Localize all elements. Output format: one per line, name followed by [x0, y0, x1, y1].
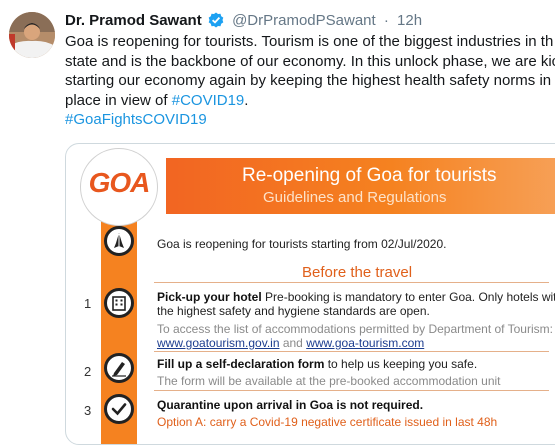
option-a-label: Option A:	[157, 415, 207, 429]
goatourism-gov-link: www.goatourism.gov.in	[157, 336, 280, 350]
goa-logo-text: GOA	[88, 167, 151, 198]
item-2-text: to help us keeping you safe.	[324, 357, 478, 371]
item-1-title: Pick-up your hotel	[157, 290, 262, 304]
intro-text: Goa is reopening for tourists starting f…	[157, 237, 447, 251]
item-3-option: Option A: carry a Covid-19 negative cert…	[157, 415, 497, 430]
tweet-text-line: starting our economy again by keeping th…	[65, 72, 552, 89]
item-1-links: www.goatourism.gov.in and www.goa-touris…	[157, 336, 424, 351]
item-1-line-1: Pick-up your hotel Pre-booking is mandat…	[157, 290, 555, 305]
item-number: 2	[84, 364, 92, 379]
tweet-text-line: state and is the backbone of our economy…	[65, 52, 555, 70]
item-1-line-2: the highest safety and hygiene standards…	[157, 304, 430, 318]
section-heading: Before the travel	[302, 264, 413, 281]
divider	[154, 390, 549, 391]
item-1-note: To access the list of accommodations per…	[157, 322, 553, 336]
title-banner: Re-opening of Goa for tourists Guideline…	[166, 158, 555, 214]
tweet-text-period: .	[244, 91, 249, 109]
tweet-text-line: place in view of #COVID19.	[65, 91, 555, 111]
tweet-header: Dr. Pramod Sawant @DrPramodPSawant · 12h	[65, 10, 555, 32]
hashtag-covid19-link[interactable]: #COVID19	[172, 92, 245, 109]
author-handle[interactable]: @DrPramodPSawant	[232, 12, 376, 29]
tweet-image-card[interactable]: GOA Re-opening of Goa for tourists Guide…	[65, 143, 555, 445]
tweet-time[interactable]: 12h	[397, 12, 422, 29]
option-a-text: carry a Covid-19 negative certificate is…	[206, 415, 498, 429]
author-name[interactable]: Dr. Pramod Sawant	[65, 12, 202, 29]
goa-tourism-com-link: www.goa-tourism.com	[306, 336, 425, 350]
tweet-text-segment: place in view of	[65, 91, 172, 109]
pen-form-icon	[104, 353, 134, 383]
hashtag-goafightscovid19-link[interactable]: #GoaFightsCOVID19	[65, 110, 555, 130]
divider	[154, 351, 549, 352]
divider	[154, 282, 549, 283]
separator-dot: ·	[383, 12, 389, 29]
item-2-note: The form will be available at the pre-bo…	[157, 374, 501, 388]
item-1-text: Pre-booking is mandatory to enter Goa. O…	[261, 290, 555, 304]
namaste-hands-icon	[104, 226, 134, 256]
and-text: and	[279, 336, 307, 350]
item-2-line-1: Fill up a self-declaration form to help …	[157, 357, 477, 372]
item-number: 1	[84, 296, 92, 311]
tweet-text: Goa is reopening for tourists. Tourism i…	[65, 32, 555, 130]
banner-subtitle: Guidelines and Regulations	[263, 189, 447, 206]
banner-title: Re-opening of Goa for tourists	[242, 165, 497, 186]
tweet-text-line: Goa is reopening for tourists. Tourism i…	[65, 33, 554, 50]
item-3-title: Quarantine upon arrival in Goa is not re…	[157, 398, 424, 412]
verified-badge-icon	[208, 12, 224, 28]
hotel-icon	[104, 288, 134, 318]
item-number: 3	[84, 403, 92, 418]
goa-logo: GOA	[80, 148, 158, 226]
checkmark-icon	[104, 394, 134, 424]
item-2-title: Fill up a self-declaration form	[157, 357, 325, 371]
tweet: Dr. Pramod Sawant @DrPramodPSawant · 12h…	[65, 10, 555, 130]
avatar[interactable]	[9, 12, 55, 58]
